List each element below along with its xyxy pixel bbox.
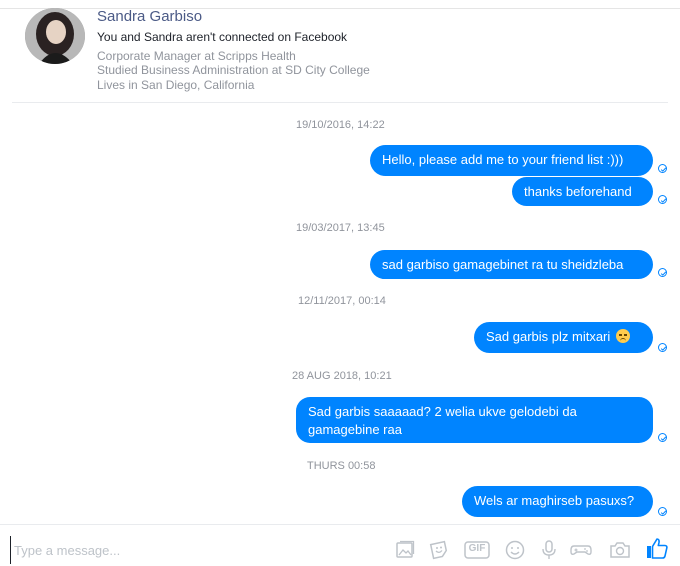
timestamp: 19/03/2017, 13:45 (296, 222, 385, 234)
timestamp: 12/11/2017, 00:14 (298, 295, 386, 307)
sent-check-icon (658, 164, 667, 173)
message-input[interactable] (10, 536, 386, 564)
gif-label: GIF (468, 543, 486, 554)
timestamp: 19/10/2016, 14:22 (296, 119, 385, 131)
message-text: Sad garbis plz mitxari (486, 329, 611, 344)
microphone-icon[interactable] (538, 539, 560, 561)
message-bubble[interactable]: Wels ar maghirseb pasuxs? (462, 486, 653, 517)
profile-detail-work: Corporate Manager at Scripps Health (97, 49, 296, 63)
sent-check-icon (658, 507, 667, 516)
game-controller-icon[interactable] (570, 539, 592, 561)
avatar[interactable] (25, 8, 85, 64)
sticker-icon[interactable] (428, 539, 450, 561)
timestamp: THURS 00:58 (307, 460, 376, 472)
disappointed-face-icon (615, 329, 630, 343)
gif-button[interactable]: GIF (464, 539, 490, 561)
message-bubble[interactable]: sad garbiso gamagebinet ra tu sheidzleba (370, 250, 653, 279)
profile-detail-location: Lives in San Diego, California (97, 78, 255, 92)
sent-check-icon (658, 195, 667, 204)
message-bubble[interactable]: Sad garbis plz mitxari (474, 322, 653, 353)
message-bubble[interactable]: Sad garbis saaaaad? 2 welia ukve gelodeb… (296, 397, 653, 443)
message-text: Sad garbis saaaaad? 2 welia ukve gelodeb… (308, 404, 577, 437)
sent-check-icon (658, 268, 667, 277)
connection-status: You and Sandra aren't connected on Faceb… (97, 30, 348, 44)
profile-detail-education: Studied Business Administration at SD Ci… (97, 63, 370, 77)
sent-check-icon (658, 343, 667, 352)
like-thumb-icon[interactable] (645, 536, 669, 560)
message-bubble[interactable]: Hello, please add me to your friend list… (370, 145, 653, 176)
profile-header: Sandra Garbiso You and Sandra aren't con… (0, 0, 680, 103)
message-text: Hello, please add me to your friend list… (382, 152, 624, 167)
message-text: sad garbiso gamagebinet ra tu sheidzleba (382, 257, 624, 272)
profile-name[interactable]: Sandra Garbiso (97, 8, 202, 25)
timestamp: 28 AUG 2018, 10:21 (292, 370, 392, 382)
camera-icon[interactable] (609, 539, 631, 561)
message-text: Wels ar maghirseb pasuxs? (474, 493, 635, 508)
message-bubble[interactable]: thanks beforehand (512, 177, 653, 206)
message-text: thanks beforehand (524, 184, 632, 199)
composer-divider (0, 524, 680, 525)
sent-check-icon (658, 433, 667, 442)
emoji-icon[interactable] (504, 539, 526, 561)
header-divider (12, 102, 668, 103)
photo-icon[interactable] (394, 539, 416, 561)
